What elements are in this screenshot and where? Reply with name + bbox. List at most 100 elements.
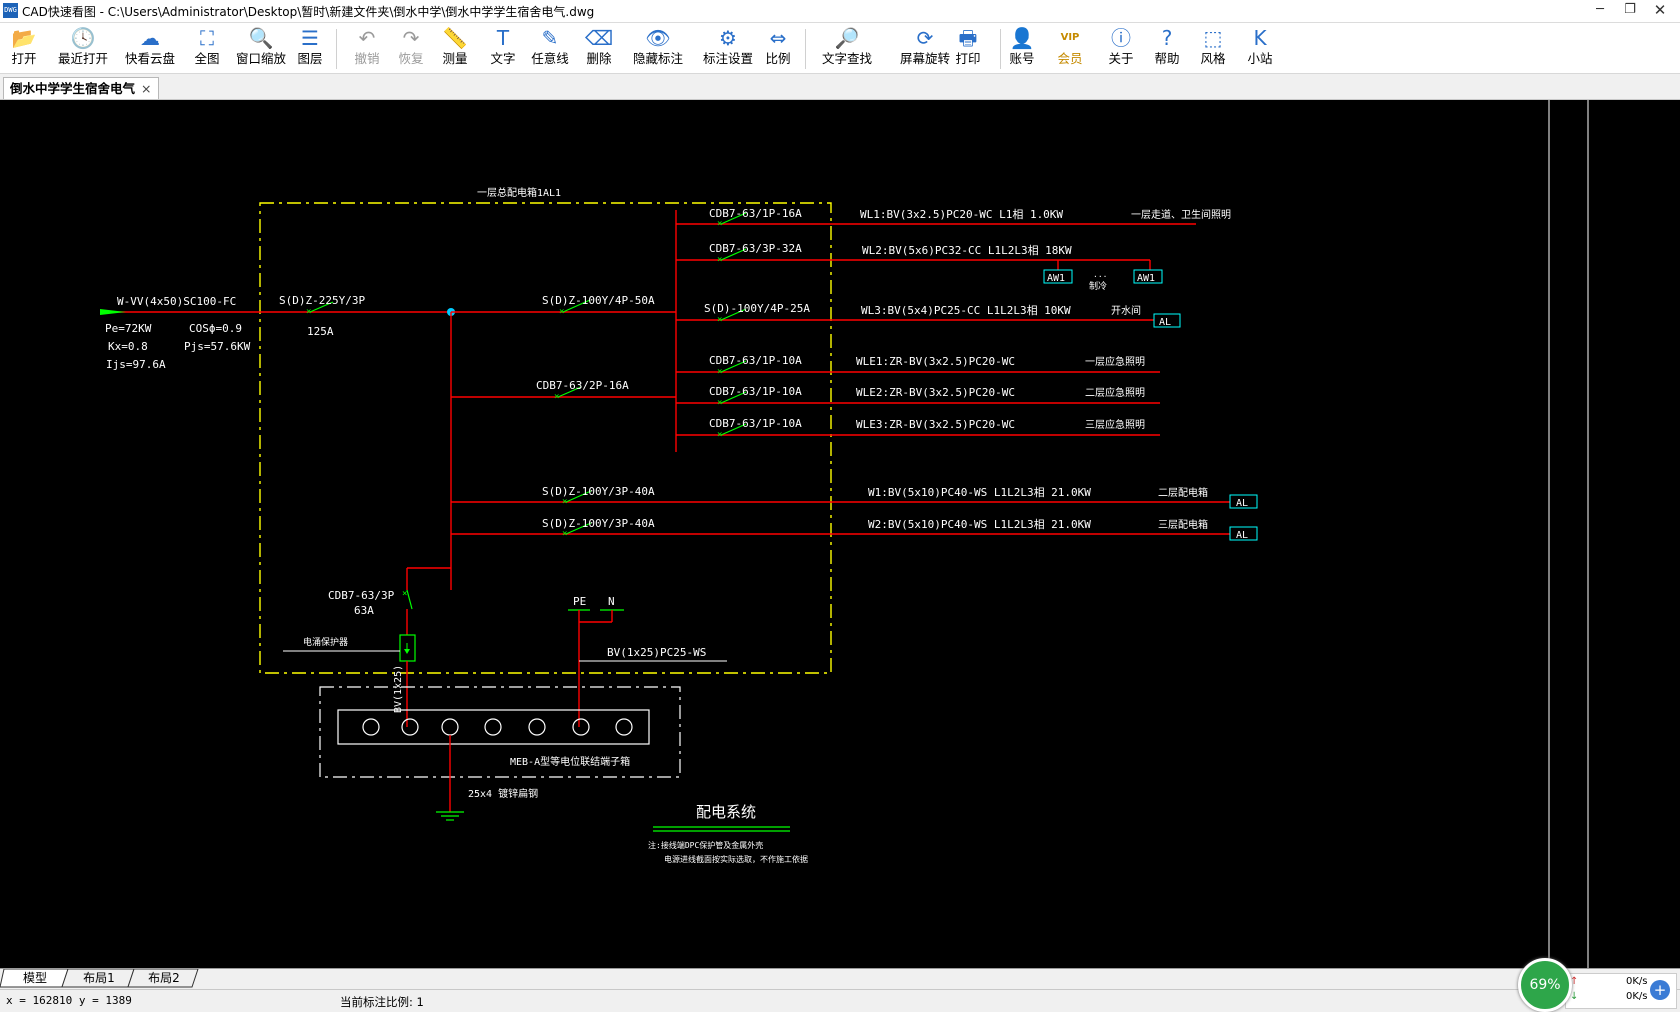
- close-tab-icon[interactable]: ×: [141, 81, 151, 96]
- close-icon[interactable]: ✕: [1645, 0, 1675, 20]
- toolbar-button-label: 删除: [586, 51, 612, 66]
- breaker-x: ×: [717, 430, 722, 440]
- toolbar-button-label: 帮助: [1154, 51, 1180, 66]
- pe-label: Pe=72KW: [105, 322, 152, 335]
- spd-breaker-rating: 63A: [354, 604, 374, 617]
- zoom-window-icon: 🔍: [248, 26, 274, 50]
- tag-aw1-left-text: AW1: [1047, 273, 1065, 284]
- toolbar-separator: [805, 29, 806, 69]
- cos-label: COSϕ=0.9: [189, 322, 242, 335]
- toolbar-button-label: 文字查找: [821, 51, 872, 66]
- toolbar-button-label: 全图: [194, 51, 220, 66]
- circuit-wl2-cable: WL2:BV(5x6)PC32-CC L1L2L3相 18KW: [862, 244, 1072, 257]
- toolbar-button-label: 屏幕旋转: [899, 51, 950, 66]
- upload-speed: 0K/s: [1626, 976, 1648, 987]
- toolbar-button-label: 比例: [765, 51, 791, 66]
- feeder-arrow: [100, 309, 126, 315]
- toolbar-button-3[interactable]: ☁ 快看云盘: [122, 25, 178, 71]
- cloud-icon: ☁: [140, 26, 160, 50]
- title-bar: DWG CAD快速看图 - C:\Users\Administrator\Des…: [0, 0, 1680, 23]
- network-speed-widget: ↑ 0K/s ↓ 0K/s +: [1565, 973, 1677, 1009]
- help-icon: ?: [1161, 26, 1173, 50]
- breaker-x: ×: [562, 529, 567, 539]
- circuit-wle3-cable: WLE3:ZR-BV(3x2.5)PC20-WC: [856, 418, 1015, 431]
- main-breaker-x: ×: [306, 307, 311, 317]
- circuit-wl1-load: 一层走道、卫生间照明: [1131, 208, 1231, 221]
- cursor-coordinates: x = 162810 y = 1389: [6, 994, 132, 1007]
- plus-icon[interactable]: +: [1650, 980, 1670, 1000]
- eye-hide-icon: 👁: [645, 26, 671, 50]
- toolbar-button-4[interactable]: ⛶ 全图: [189, 25, 225, 71]
- toolbar-button-label: 隐藏标注: [632, 51, 683, 66]
- text-search-icon: 🔎: [834, 26, 860, 50]
- toolbar-button-label: 风格: [1200, 51, 1226, 66]
- text-icon: T: [496, 26, 510, 50]
- toolbar-button-11[interactable]: ✎ 任意线: [525, 25, 575, 71]
- toolbar-button-14[interactable]: ⚙ 标注设置: [697, 25, 759, 71]
- n-bar-label: N: [608, 595, 615, 608]
- circuit-w1-load: 二层配电箱: [1158, 486, 1208, 499]
- toolbar-button-12[interactable]: ⌫ 删除: [579, 25, 619, 71]
- terminal: [441, 718, 459, 736]
- incoming-cable-label: W-VV(4x50)SC100-FC: [117, 295, 236, 308]
- toolbar-button-8[interactable]: ↷ 恢复: [393, 25, 429, 71]
- toolbar-button-1[interactable]: 📂 打开: [4, 25, 44, 71]
- toolbar-button-6[interactable]: ☰ 图层: [292, 25, 328, 71]
- circuit-wl3-breaker: S(D)-100Y/4P-25A: [704, 302, 810, 315]
- terminal-strip: [337, 709, 650, 745]
- toolbar-button-13[interactable]: 👁 隐藏标注: [628, 25, 688, 71]
- rotate-screen-icon: ⟳: [916, 26, 934, 50]
- layout-tab-model[interactable]: 模型: [10, 969, 60, 987]
- toolbar-button-label: 最近打开: [57, 51, 108, 66]
- tag-aw1-right-text: AW1: [1137, 273, 1155, 284]
- circuit-wle2-breaker: CDB7-63/1P-10A: [709, 385, 802, 398]
- circuit-w2-breaker: S(D)Z-100Y/3P-40A: [542, 517, 655, 530]
- circuit-wle1-load: 一层应急照明: [1085, 355, 1145, 368]
- tag-al-w1-text: AL: [1236, 498, 1248, 509]
- clock-icon: 🕓: [70, 26, 96, 50]
- toolbar-button-label: 打开: [11, 51, 37, 66]
- circuit-wle2-load: 二层应急照明: [1085, 386, 1145, 399]
- toolbar-button-23[interactable]: ⬚ 风格: [1195, 25, 1231, 71]
- toolbar-button-16[interactable]: 🔎 文字查找: [815, 25, 879, 71]
- annotation-scale: 当前标注比例: 1: [340, 995, 424, 1009]
- toolbar-button-21[interactable]: ⓘ 关于: [1103, 25, 1139, 71]
- undo-icon: ↶: [358, 26, 376, 50]
- toolbar-button-17[interactable]: ⟳ 屏幕旋转: [893, 25, 957, 71]
- toolbar-button-18[interactable]: 🖶 打印: [950, 25, 986, 71]
- toolbar-button-10[interactable]: T 文字: [485, 25, 521, 71]
- site-icon: K: [1253, 26, 1267, 50]
- toolbar-button-7[interactable]: ↶ 撤销: [349, 25, 385, 71]
- minimize-icon[interactable]: ─: [1585, 0, 1615, 20]
- toolbar-button-15[interactable]: ⇔ 比例: [760, 25, 796, 71]
- breaker-x: ×: [717, 315, 722, 325]
- memory-usage-badge[interactable]: 69%: [1518, 958, 1572, 1012]
- toolbar-button-label: 会员: [1057, 51, 1083, 66]
- status-bar: x = 162810 y = 1389 当前标注比例: 1: [0, 989, 1680, 1011]
- fit-view-icon: ⛶: [200, 26, 214, 50]
- toolbar-button-label: 窗口缩放: [235, 51, 286, 66]
- drawing-canvas[interactable]: 一层总配电箱1AL1 W-VV(4x50)SC100-FC Pe=72KW CO…: [0, 100, 1680, 968]
- toolbar-button-19[interactable]: 👤 账号: [1003, 25, 1041, 71]
- ground-cable-label: BV(1x25): [393, 665, 404, 713]
- toolbar-button-24[interactable]: K 小站: [1242, 25, 1278, 71]
- circuit-wle1-cable: WLE1:ZR-BV(3x2.5)PC20-WC: [856, 355, 1015, 368]
- main-toolbar: 📂 打开 🕓 最近打开 ☁ 快看云盘 ⛶ 全图 🔍 窗口缩放 ☰ 图层 ↶ 撤销 ↷ 恢复 📏 测量 T 文字 ✎ 任意线…: [0, 23, 1680, 74]
- layout-tab-1[interactable]: 布局1: [74, 969, 124, 987]
- toolbar-button-20[interactable]: VIP 会员: [1052, 25, 1088, 71]
- breaker-x: ×: [717, 367, 722, 377]
- toolbar-button-22[interactable]: ? 帮助: [1149, 25, 1185, 71]
- layout-tab-bar: 模型 布局1 布局2: [0, 968, 1680, 989]
- annotation-settings-icon: ⚙: [719, 26, 737, 50]
- toolbar-button-2[interactable]: 🕓 最近打开: [52, 25, 114, 71]
- toolbar-button-9[interactable]: 📏 测量: [437, 25, 473, 71]
- layout-tab-2[interactable]: 布局2: [139, 969, 189, 987]
- download-arrow-icon: ↓: [1570, 991, 1579, 1002]
- folder-open-icon: 📂: [11, 26, 37, 50]
- toolbar-button-5[interactable]: 🔍 窗口缩放: [235, 25, 287, 71]
- note-line-2: 电源进线截面按实际选取，不作施工依据: [664, 854, 808, 864]
- terminal: [528, 718, 546, 736]
- restore-icon[interactable]: ❐: [1615, 0, 1645, 20]
- document-tab[interactable]: 倒水中学学生宿舍电气 ×: [3, 77, 159, 99]
- cad-drawing: 一层总配电箱1AL1 W-VV(4x50)SC100-FC Pe=72KW CO…: [100, 100, 1589, 968]
